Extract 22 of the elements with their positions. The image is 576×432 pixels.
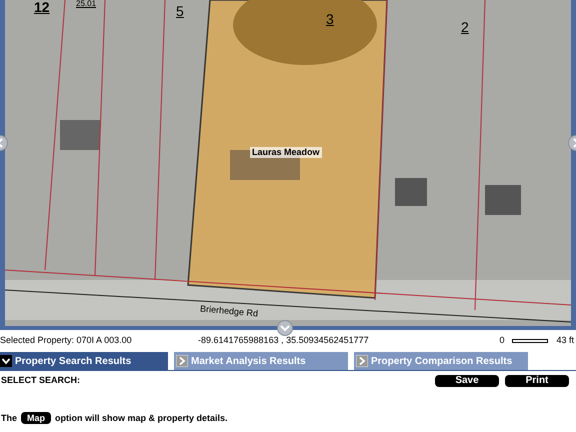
parcel-number: 2: [461, 20, 469, 34]
scale-bar: [512, 339, 548, 343]
parcel-number: 25.01: [76, 0, 96, 8]
scale-start-text: 0: [499, 334, 504, 348]
note-text: The: [1, 412, 18, 424]
scale-end-text: 43 ft: [556, 334, 574, 348]
parcel-number: 5: [176, 4, 184, 18]
results-tab[interactable]: Property Search Results: [0, 352, 168, 370]
right-chevron-icon: [176, 355, 188, 367]
select-search-heading: SELECT SEARCH:: [1, 374, 82, 387]
selected-property-text: Selected Property: 070I A 003.00: [0, 334, 133, 348]
action-button[interactable]: Print: [505, 374, 569, 387]
parcel-number: 3: [326, 12, 334, 26]
coordinates-text: -89.6141765988163 , 35.50934562451777: [198, 334, 370, 348]
right-chevron-icon: [356, 355, 368, 367]
action-button[interactable]: Save: [435, 374, 499, 387]
note-text: option will show map & property details.: [55, 412, 228, 425]
place-label: Lauras Meadow: [250, 147, 322, 158]
pan-down-icon[interactable]: [277, 320, 293, 336]
parcel-number: 12: [34, 0, 50, 14]
down-chevron-icon: [0, 355, 12, 367]
map-button[interactable]: Map: [21, 412, 52, 424]
